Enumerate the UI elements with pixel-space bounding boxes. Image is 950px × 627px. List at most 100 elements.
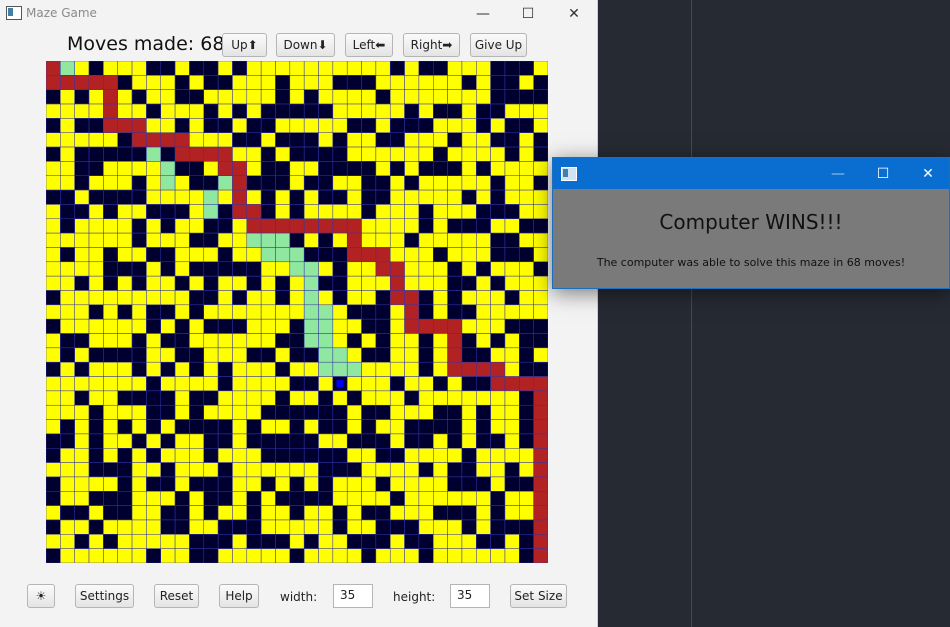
maze-cell <box>346 505 362 521</box>
dialog-close-button[interactable]: ✕ <box>905 158 950 189</box>
maze-cell <box>103 189 118 205</box>
maze-cell <box>303 175 319 191</box>
maze-cell <box>46 376 61 392</box>
maze-cell <box>404 505 420 521</box>
maze-cell <box>131 462 147 478</box>
maze-cell <box>504 247 520 263</box>
maximize-button[interactable]: ☐ <box>505 0 551 28</box>
maze-cell <box>461 548 477 563</box>
title-bar[interactable]: Maze Game — ☐ ✕ <box>0 0 597 28</box>
maze-cell <box>174 534 190 549</box>
maze-cell <box>533 519 548 535</box>
maze-cell <box>131 290 147 306</box>
maze-cell <box>46 419 61 435</box>
maze-cell <box>332 419 348 435</box>
maze-cell <box>246 419 262 435</box>
maze-cell <box>189 448 205 463</box>
maze-cell <box>74 347 90 363</box>
dialog-title-bar[interactable]: — ☐ ✕ <box>553 158 949 189</box>
give-up-button[interactable]: Give Up <box>470 33 527 57</box>
height-input[interactable]: 35 <box>450 584 490 608</box>
dialog-minimize-button[interactable]: — <box>815 158 861 189</box>
right-button[interactable]: Right➡ <box>403 33 460 57</box>
maze-cell <box>289 390 305 406</box>
width-input[interactable]: 35 <box>333 584 373 608</box>
maze-cell <box>504 232 520 248</box>
maze-cell <box>46 175 61 191</box>
maze-cell <box>389 103 405 119</box>
theme-toggle-button[interactable]: ☀ <box>27 584 55 608</box>
maze-cell <box>60 161 75 176</box>
maze-cell <box>303 462 319 478</box>
maze-cell <box>232 204 248 220</box>
maze-cell <box>60 132 75 148</box>
maze-cell <box>160 404 176 420</box>
maze-cell <box>389 275 405 291</box>
maze-cell <box>504 146 520 162</box>
left-button[interactable]: Left⬅ <box>345 33 393 57</box>
maze-cell <box>46 132 61 148</box>
maze-cell <box>490 161 506 176</box>
maze-cell <box>103 146 118 162</box>
maze-cell <box>332 390 348 406</box>
maze-cell <box>318 275 334 291</box>
maze-cell <box>146 390 161 406</box>
maze-cell <box>318 505 334 521</box>
maze-cell <box>174 247 190 263</box>
maze-cell <box>533 175 548 191</box>
background-divider <box>691 0 692 627</box>
maze-cell <box>404 189 420 205</box>
maze-cell <box>418 433 434 449</box>
maze-cell <box>60 404 75 420</box>
maze-cell <box>217 146 233 162</box>
maze-board[interactable] <box>46 61 548 563</box>
maze-cell <box>389 347 405 363</box>
maze-cell <box>232 232 248 248</box>
maze-cell <box>203 218 219 234</box>
maze-cell <box>361 89 377 105</box>
maze-cell <box>275 304 291 320</box>
maze-cell <box>476 132 491 148</box>
help-button[interactable]: Help <box>219 584 259 608</box>
minimize-button[interactable]: — <box>460 0 506 28</box>
maze-cell <box>519 61 534 76</box>
maze-cell <box>189 304 205 320</box>
maze-cell <box>189 505 205 521</box>
maze-cell <box>246 519 262 535</box>
maze-cell <box>260 376 276 392</box>
maze-cell <box>504 61 520 76</box>
maze-cell <box>476 161 491 176</box>
maze-cell <box>490 290 506 306</box>
maze-cell <box>232 491 248 506</box>
maze-cell <box>117 218 133 234</box>
maze-cell <box>131 390 147 406</box>
maze-cell <box>447 376 463 392</box>
maze-cell <box>46 505 61 521</box>
maze-cell <box>461 433 477 449</box>
maze-cell <box>519 146 534 162</box>
maze-cell <box>275 290 291 306</box>
set-size-button[interactable]: Set Size <box>510 584 567 608</box>
settings-button[interactable]: Settings <box>75 584 134 608</box>
maze-cell <box>533 462 548 478</box>
maze-cell <box>275 118 291 133</box>
maze-cell <box>246 232 262 248</box>
maze-cell <box>88 146 104 162</box>
maze-cell <box>246 318 262 334</box>
maze-cell <box>88 548 104 563</box>
reset-button[interactable]: Reset <box>154 584 199 608</box>
maze-cell <box>260 534 276 549</box>
maze-cell <box>418 61 434 76</box>
maze-cell <box>490 118 506 133</box>
maze-cell <box>88 462 104 478</box>
maze-cell <box>346 548 362 563</box>
maze-cell <box>404 89 420 105</box>
maze-cell <box>146 204 161 220</box>
maze-cell <box>404 548 420 563</box>
down-button[interactable]: Down⬇ <box>276 33 335 57</box>
close-button[interactable]: ✕ <box>551 0 597 28</box>
maze-cell <box>461 419 477 435</box>
up-button[interactable]: Up⬆ <box>222 33 267 57</box>
maze-cell <box>60 548 75 563</box>
dialog-maximize-button[interactable]: ☐ <box>860 158 906 189</box>
